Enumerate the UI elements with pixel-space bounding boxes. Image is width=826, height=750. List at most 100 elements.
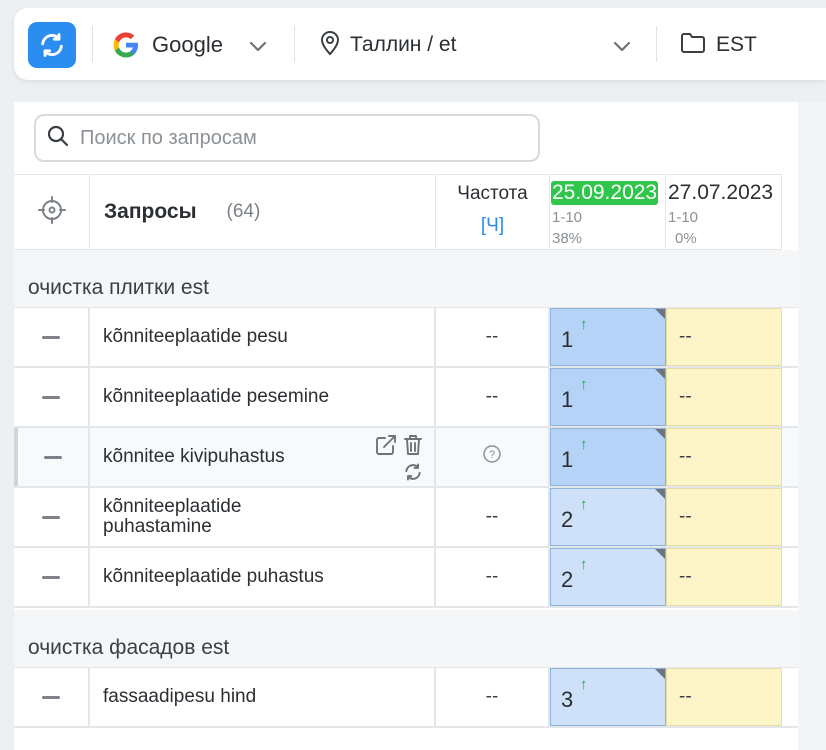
refresh-button[interactable]	[28, 22, 76, 68]
crosshair-icon	[37, 195, 67, 230]
previous-position-cell[interactable]: --	[666, 308, 782, 366]
frequency-cell: --	[436, 548, 550, 606]
region-select[interactable]: Таллин / et	[318, 28, 634, 62]
refresh-icon[interactable]	[403, 462, 423, 487]
position-cell[interactable]: 1 ↑	[550, 368, 666, 426]
help-mark: ?	[489, 449, 495, 461]
minus-icon	[44, 455, 62, 459]
minus-icon	[42, 575, 60, 579]
queries-column-header[interactable]: Запросы (64)	[90, 174, 436, 250]
corner-marker-icon	[655, 309, 665, 319]
queries-count: (64)	[226, 201, 261, 222]
query-search[interactable]	[34, 114, 540, 162]
toolbar-divider	[92, 26, 93, 62]
position-cell[interactable]: 2 ↑	[550, 488, 666, 546]
frequency-cell: --	[436, 668, 550, 726]
corner-marker-icon	[655, 489, 665, 499]
previous-position-cell[interactable]: --	[666, 488, 782, 546]
query-text: kõnniteeplaatide puhastamine	[103, 496, 242, 537]
query-group: очистка плитки est	[14, 250, 798, 308]
table-row[interactable]: kõnniteeplaatide puhastamine -- 2 ↑ --	[14, 488, 798, 548]
date-range: 1-10	[552, 209, 583, 226]
position-value: 1	[561, 387, 574, 412]
location-pin-icon	[318, 30, 342, 61]
previous-position-cell[interactable]: --	[666, 548, 782, 606]
date-column-header[interactable]: 27.07.2023 1-10 0%	[666, 174, 782, 250]
table-row[interactable]: kõnniteeplaatide pesu -- 1 ↑ --	[14, 308, 798, 368]
query-group: очистка фасадов est	[14, 610, 798, 668]
position-cell[interactable]: 3 ↑	[550, 668, 666, 726]
trend-up-icon: ↑	[580, 436, 588, 453]
remove-query-button[interactable]	[14, 368, 90, 426]
group-label: очистка плитки est	[28, 276, 209, 299]
remove-query-button[interactable]	[14, 488, 90, 546]
search-engine-select[interactable]: Google	[110, 28, 267, 62]
remove-query-button[interactable]	[14, 428, 90, 486]
date-column-header[interactable]: 25.09.2023 1-10 38%	[550, 174, 666, 250]
table-row[interactable]: fassaadipesu hind -- 3 ↑ --	[14, 668, 798, 728]
minus-icon	[42, 335, 60, 339]
trash-icon[interactable]	[403, 434, 423, 461]
search-input[interactable]	[80, 126, 510, 150]
query-text: kõnniteeplaatide pesemine	[103, 386, 330, 407]
panel-scroll-area	[798, 102, 826, 750]
trend-up-icon: ↑	[580, 316, 588, 333]
group-label: очистка фасадов est	[28, 636, 230, 659]
corner-marker-icon	[655, 369, 665, 379]
project-select[interactable]: EST	[680, 28, 757, 62]
frequency-cell: --	[436, 368, 550, 426]
position-cell[interactable]: 1 ↑	[550, 308, 666, 366]
query-text: kõnniteeplaatide puhastus	[103, 566, 324, 587]
minus-icon	[42, 395, 60, 399]
query-text: fassaadipesu hind	[103, 686, 257, 707]
corner-marker-icon	[655, 429, 665, 439]
position-value: 2	[561, 507, 574, 532]
query-text: kõnniteeplaatide pesu	[103, 326, 288, 347]
previous-position-cell[interactable]: --	[666, 368, 782, 426]
target-column-header[interactable]	[14, 174, 90, 250]
table-row[interactable]: kõnniteeplaatide pesemine -- 1 ↑ --	[14, 368, 798, 428]
table-row[interactable]: kõnnitee kivipuhastus ? 1 ↑ --	[14, 428, 798, 488]
position-value: 1	[561, 447, 574, 472]
frequency-cell: --	[436, 488, 550, 546]
date-range: 1-10	[668, 209, 699, 226]
minus-icon	[42, 515, 60, 519]
frequency-title: Частота	[457, 183, 528, 204]
position-cell[interactable]: 1 ↑	[550, 428, 666, 486]
date-label: 27.07.2023	[668, 181, 774, 204]
trend-up-icon: ↑	[580, 496, 588, 513]
frequency-cell: --	[436, 308, 550, 366]
external-link-icon[interactable]	[375, 434, 397, 461]
chevron-down-icon	[610, 34, 634, 63]
folder-icon	[680, 32, 706, 59]
toolbar: Google Таллин / et EST	[14, 8, 826, 80]
previous-position-cell[interactable]: --	[666, 428, 782, 486]
help-circle-icon[interactable]: ?	[482, 444, 502, 470]
trend-up-icon: ↑	[580, 556, 588, 573]
minus-icon	[42, 695, 60, 699]
position-value: 3	[561, 687, 574, 712]
frequency-column-header[interactable]: Частота [Ч]	[436, 174, 550, 250]
project-label: EST	[716, 33, 757, 56]
trend-up-icon: ↑	[580, 376, 588, 393]
positions-panel: Запросы (64) Частота [Ч] 25.09.2023 1-10…	[14, 102, 826, 750]
position-value: 1	[561, 327, 574, 352]
frequency-cell[interactable]: ?	[436, 428, 550, 486]
refresh-icon	[41, 33, 63, 57]
query-text: kõnnitee kivipuhastus	[103, 446, 285, 467]
search-icon	[46, 124, 70, 153]
remove-query-button[interactable]	[14, 668, 90, 726]
toolbar-divider	[294, 26, 295, 62]
toolbar-divider	[656, 26, 657, 62]
table-row[interactable]: kõnniteeplaatide puhastus -- 2 ↑ --	[14, 548, 798, 608]
remove-query-button[interactable]	[14, 548, 90, 606]
remove-query-button[interactable]	[14, 308, 90, 366]
date-top-percent: 0%	[675, 230, 697, 247]
position-cell[interactable]: 2 ↑	[550, 548, 666, 606]
previous-position-cell[interactable]: --	[666, 668, 782, 726]
date-top-percent: 38%	[552, 230, 583, 247]
position-value: 2	[561, 567, 574, 592]
row-actions	[373, 432, 425, 482]
frequency-mode-toggle[interactable]: [Ч]	[436, 215, 549, 237]
date-label: 25.09.2023	[551, 181, 659, 205]
